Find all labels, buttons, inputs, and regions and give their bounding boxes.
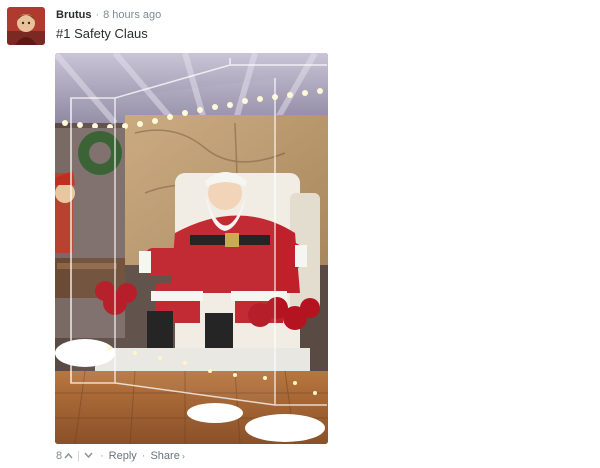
chevron-up-icon[interactable]: [62, 449, 74, 463]
comment-message: #1 Safety Claus: [56, 26, 148, 41]
chevron-right-icon: ›: [181, 451, 185, 461]
timestamp[interactable]: 8 hours ago: [103, 9, 161, 21]
reply-button[interactable]: Reply: [109, 449, 137, 463]
share-label: Share: [150, 450, 180, 462]
share-button[interactable]: Share ›: [150, 449, 184, 463]
footer-separator: ·: [141, 450, 146, 462]
santa-photo: [55, 53, 328, 444]
comment-header: Brutus · 8 hours ago: [56, 8, 161, 22]
header-separator: ·: [95, 9, 100, 21]
footer-separator: ·: [99, 450, 104, 462]
comment-photo[interactable]: [55, 53, 328, 444]
vote-divider: |: [77, 450, 80, 462]
avatar-image: [7, 7, 45, 45]
author-name[interactable]: Brutus: [56, 9, 91, 21]
chevron-down-icon[interactable]: [83, 449, 95, 463]
avatar[interactable]: [7, 7, 45, 45]
comment-footer: 8 | · Reply · Share ›: [56, 449, 185, 463]
